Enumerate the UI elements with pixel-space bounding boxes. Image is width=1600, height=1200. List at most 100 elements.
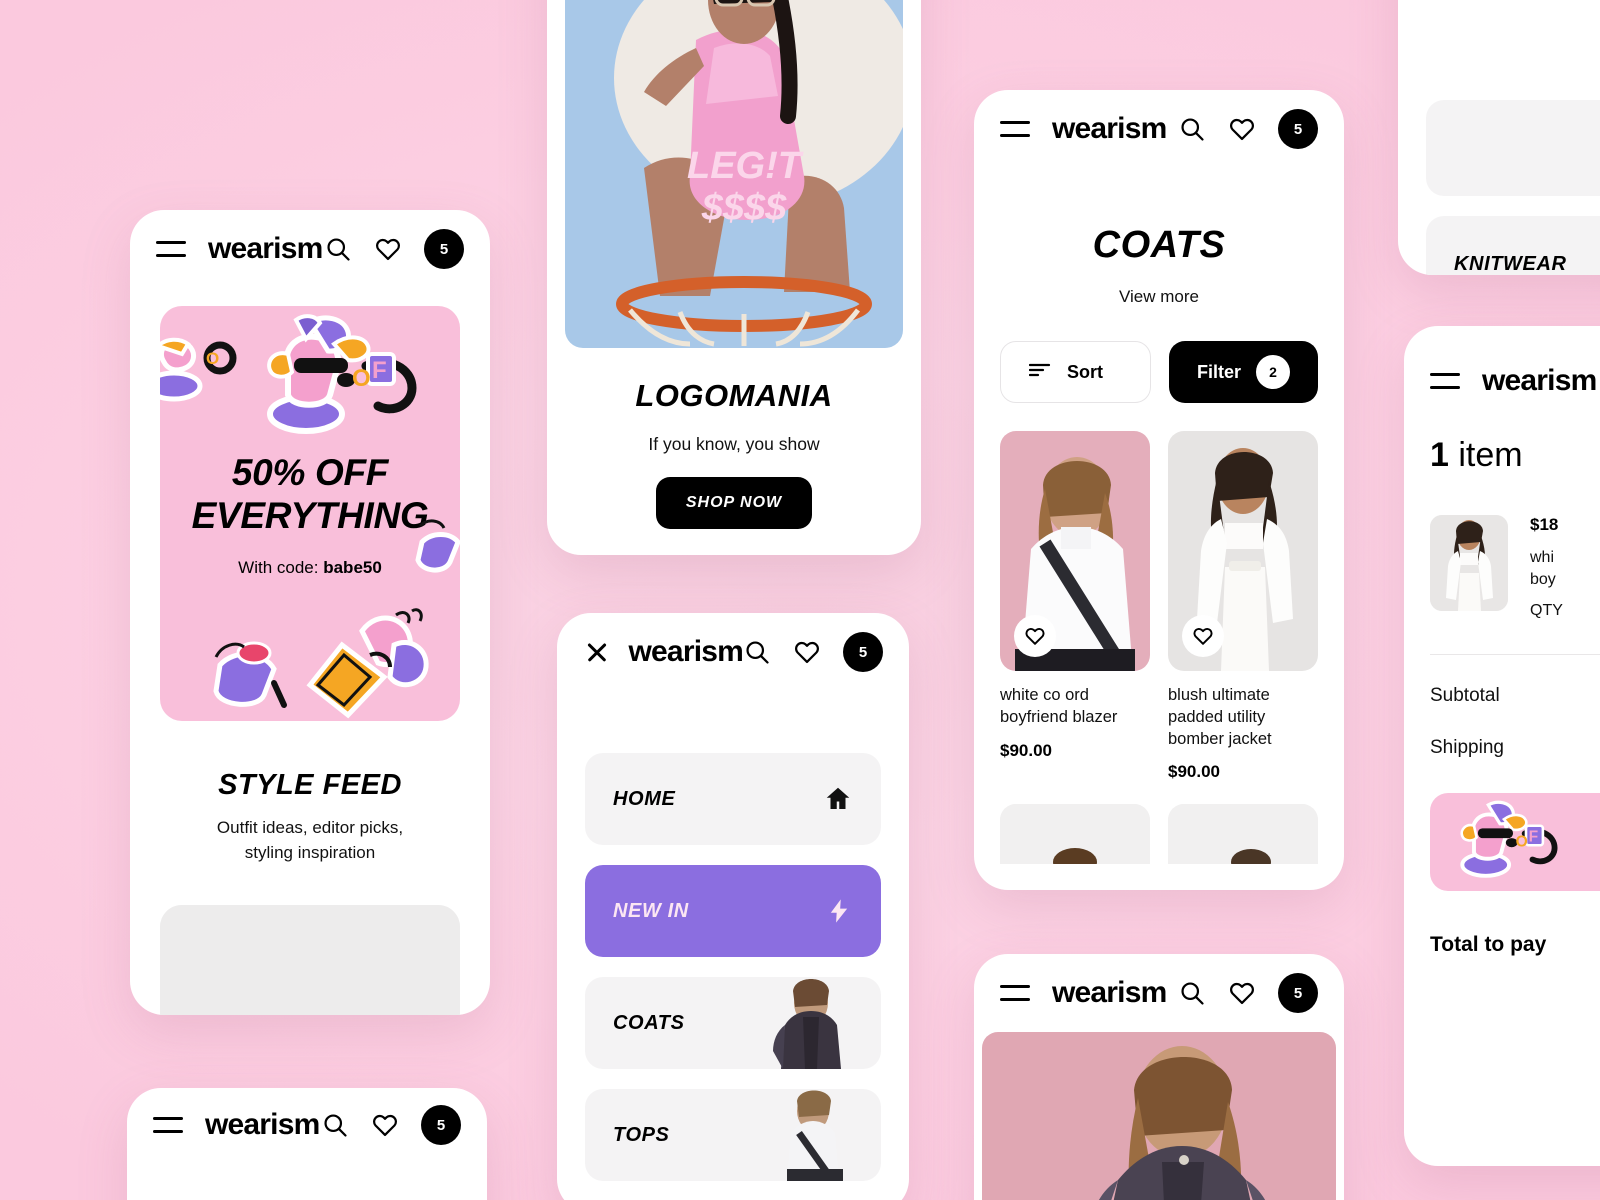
home-header-bottom: wearism 5 <box>127 1088 487 1162</box>
sort-button[interactable]: Sort <box>1000 341 1151 403</box>
heart-icon[interactable] <box>371 1111 399 1139</box>
svg-text:$$$$: $$$$ <box>701 187 787 229</box>
sticker-dog-main: F O <box>267 314 417 434</box>
logomania-subtitle: If you know, you show <box>648 434 820 454</box>
product-card[interactable]: white co ord boyfriend blazer $90.00 <box>1000 431 1150 782</box>
logomania-hero-image[interactable]: LEG!T $$$$ <box>565 0 903 348</box>
heart-icon[interactable] <box>1228 979 1256 1007</box>
brand-logo[interactable]: wearism <box>629 635 744 669</box>
close-icon[interactable] <box>583 638 611 666</box>
category-screen-card: KNITWEAR SHOES <box>1398 0 1600 275</box>
product-name: white co ord boyfriend blazer <box>1000 686 1118 726</box>
filter-label: Filter <box>1197 361 1242 382</box>
search-icon[interactable] <box>321 1111 349 1139</box>
cart-item-count: 1 item <box>1430 436 1523 474</box>
brand-logo[interactable]: wearism <box>1052 976 1167 1010</box>
listing-controls: Sort Filter 2 <box>974 341 1344 403</box>
hamburger-icon[interactable] <box>153 1117 183 1133</box>
menu-header: wearism 5 <box>557 613 909 691</box>
menu-item-label: HOME <box>613 787 676 810</box>
cart-promo-banner[interactable]: F O <box>1430 793 1600 892</box>
wishlist-heart-icon[interactable] <box>1014 615 1056 657</box>
bag-badge[interactable]: 5 <box>1278 109 1318 149</box>
search-icon[interactable] <box>1178 115 1206 143</box>
top-thumbnail <box>763 1089 859 1181</box>
view-more-link[interactable]: View more <box>974 287 1344 307</box>
product-image[interactable] <box>1000 804 1150 865</box>
menu-item-new-in[interactable]: NEW IN <box>585 865 881 957</box>
header-actions: 5 <box>324 229 464 269</box>
product-image[interactable] <box>1168 431 1318 671</box>
promo-title: 50% OFF EVERYTHING <box>191 452 429 536</box>
product-grid: white co ord boyfriend blazer $90.00 blu… <box>974 431 1344 782</box>
cart-screen-card: wearism 1 item $18 whi boy QTY Subtotal … <box>1404 326 1600 1166</box>
product-screen-card: wearism 5 <box>974 954 1344 1200</box>
hamburger-icon[interactable] <box>1000 985 1030 1001</box>
heart-icon[interactable] <box>1228 115 1256 143</box>
brand-logo[interactable]: wearism <box>205 1108 320 1142</box>
filter-button[interactable]: Filter 2 <box>1169 341 1318 403</box>
svg-text:F: F <box>372 357 387 384</box>
heart-icon[interactable] <box>374 235 402 263</box>
brand-logo[interactable]: wearism <box>1052 112 1167 146</box>
product-price: $90.00 <box>1000 740 1052 760</box>
menu-item-label: COATS <box>613 1011 685 1034</box>
sticker-heel-right <box>415 519 460 573</box>
menu-item-label: NEW IN <box>613 899 689 922</box>
cart-item-name: whi boy <box>1530 549 1556 588</box>
lightning-icon <box>825 897 853 925</box>
hamburger-icon[interactable] <box>1430 373 1460 389</box>
brand-logo[interactable]: wearism <box>208 232 323 266</box>
header-actions: 5 <box>321 1105 461 1145</box>
header-actions: 5 <box>1178 973 1318 1013</box>
heart-icon[interactable] <box>793 638 821 666</box>
bag-badge[interactable]: 5 <box>1278 973 1318 1013</box>
cart-item-thumbnail[interactable] <box>1430 515 1508 611</box>
bag-badge[interactable]: 5 <box>843 632 883 672</box>
search-icon[interactable] <box>1178 979 1206 1007</box>
bag-badge[interactable]: 5 <box>421 1105 461 1145</box>
wishlist-heart-icon[interactable] <box>1182 615 1224 657</box>
product-image[interactable] <box>1000 431 1150 671</box>
product-name: blush ultimate padded utility bomber jac… <box>1168 686 1272 748</box>
search-icon[interactable] <box>743 638 771 666</box>
product-card[interactable] <box>1168 804 1318 865</box>
product-price: $90.00 <box>1168 762 1220 782</box>
product-header: wearism 5 <box>974 954 1344 1032</box>
svg-text:O: O <box>206 349 219 368</box>
svg-text:O: O <box>1516 834 1528 851</box>
home-screen-card-bottom: wearism 5 <box>127 1088 487 1200</box>
product-grid-row2 <box>974 804 1344 865</box>
style-feed-image[interactable] <box>160 905 460 1015</box>
logomania-title: LOGOMANIA <box>635 378 833 413</box>
sticker-dog-small: O <box>160 337 237 402</box>
cart-total-label: Total to pay <box>1430 933 1547 957</box>
svg-text:LEG!T: LEG!T <box>687 145 804 187</box>
promo-banner[interactable]: O F O 50% OFF EVERYTHING With code: babe… <box>160 306 460 721</box>
hamburger-icon[interactable] <box>156 241 186 257</box>
sort-label: Sort <box>1067 361 1103 382</box>
sticker-croc-heel <box>213 641 287 708</box>
menu-item-home[interactable]: HOME <box>585 753 881 845</box>
menu-item-coats[interactable]: COATS <box>585 977 881 1069</box>
product-image[interactable] <box>1168 804 1318 865</box>
product-card[interactable]: blush ultimate padded utility bomber jac… <box>1168 431 1318 782</box>
cart-line-item[interactable]: $18 whi boy QTY <box>1430 515 1600 620</box>
shop-now-button[interactable]: SHOP NOW <box>655 477 813 529</box>
logomania-screen-card: LEG!T $$$$ LOGOMANIA If you know, you sh… <box>547 0 921 555</box>
menu-screen-card: wearism 5 HOME NEW IN COATS TOPS <box>557 613 909 1200</box>
home-header: wearism 5 <box>130 210 490 288</box>
bag-badge[interactable]: 5 <box>424 229 464 269</box>
home-icon <box>823 784 853 814</box>
sticker-buy-it <box>306 608 429 719</box>
hamburger-icon[interactable] <box>1000 121 1030 137</box>
product-card[interactable] <box>1000 804 1150 865</box>
filter-count-badge: 2 <box>1256 355 1290 389</box>
category-item-partial[interactable] <box>1426 100 1600 196</box>
category-item-knitwear[interactable]: KNITWEAR <box>1426 216 1600 275</box>
menu-item-label: TOPS <box>613 1123 670 1146</box>
product-hero-image[interactable] <box>982 1032 1336 1200</box>
search-icon[interactable] <box>324 235 352 263</box>
menu-item-tops[interactable]: TOPS <box>585 1089 881 1181</box>
brand-logo[interactable]: wearism <box>1482 364 1597 398</box>
